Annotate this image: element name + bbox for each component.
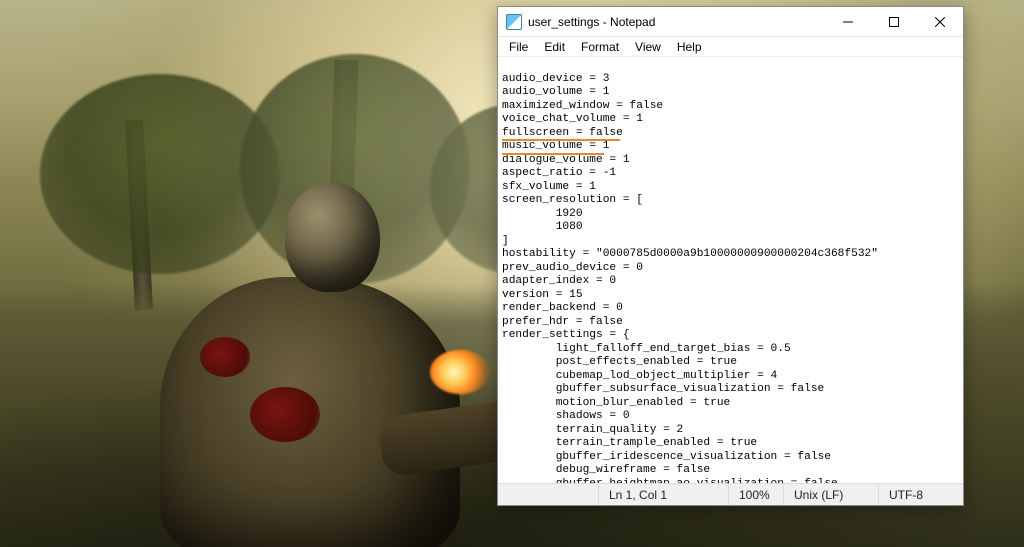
highlight-underline xyxy=(502,153,604,155)
highlight-underline xyxy=(502,139,620,141)
menubar: File Edit Format View Help xyxy=(498,37,963,57)
status-eol: Unix (LF) xyxy=(783,484,878,505)
status-position: Ln 1, Col 1 xyxy=(598,484,728,505)
maximize-icon xyxy=(889,17,899,27)
minimize-button[interactable] xyxy=(825,7,871,37)
notepad-icon xyxy=(506,14,522,30)
statusbar: Ln 1, Col 1 100% Unix (LF) UTF-8 xyxy=(498,483,963,505)
close-button[interactable] xyxy=(917,7,963,37)
status-zoom: 100% xyxy=(728,484,783,505)
close-icon xyxy=(935,17,945,27)
menu-view[interactable]: View xyxy=(628,39,668,55)
text-editor[interactable]: audio_device = 3 audio_volume = 1 maximi… xyxy=(498,57,963,483)
menu-help[interactable]: Help xyxy=(670,39,709,55)
menu-edit[interactable]: Edit xyxy=(537,39,572,55)
notepad-window[interactable]: user_settings - Notepad File Edit Format… xyxy=(497,6,964,506)
minimize-icon xyxy=(843,17,853,27)
menu-file[interactable]: File xyxy=(502,39,535,55)
muzzle-flash xyxy=(430,350,490,394)
menu-format[interactable]: Format xyxy=(574,39,626,55)
maximize-button[interactable] xyxy=(871,7,917,37)
status-encoding: UTF-8 xyxy=(878,484,963,505)
window-title: user_settings - Notepad xyxy=(528,15,655,29)
titlebar[interactable]: user_settings - Notepad xyxy=(498,7,963,37)
